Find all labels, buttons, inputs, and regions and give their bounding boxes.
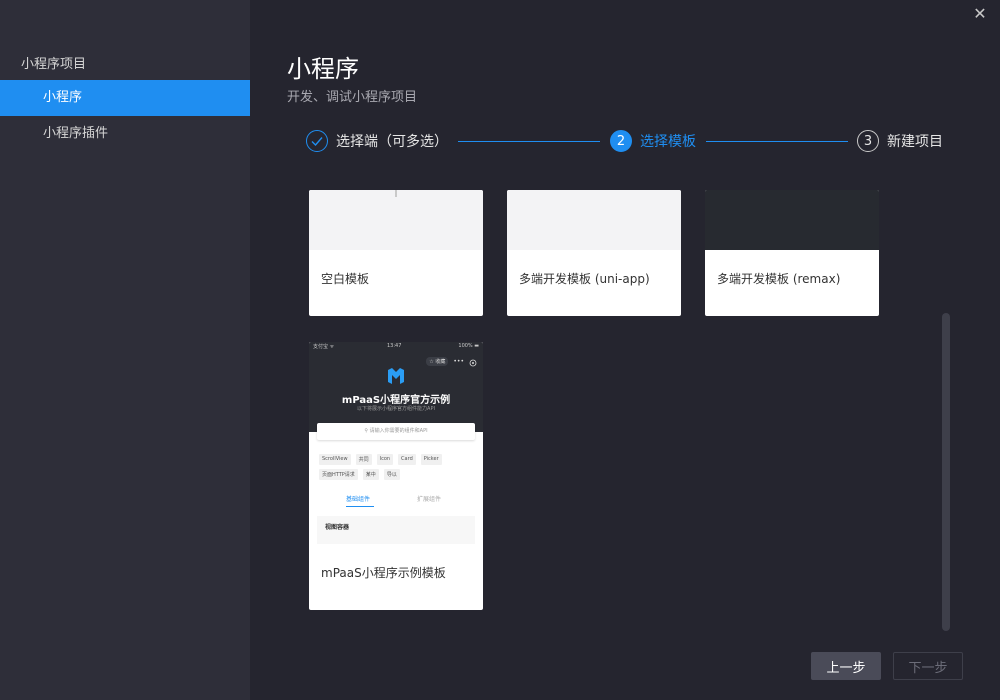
template-card-blank[interactable]: 空白模板: [309, 190, 483, 316]
template-label: 多端开发模板 (uni-app): [519, 272, 650, 286]
main-panel: ✕ 小程序 开发、调试小程序项目 选择端（可多选） 2 选择模板 3 新建项目 …: [250, 0, 1000, 700]
template-card-uniapp[interactable]: 多端开发模板 (uni-app): [507, 190, 681, 316]
preview-tabs: 基础组件 扩展组件: [309, 494, 483, 508]
preview-status-left: 支付宝 ᯤ: [313, 344, 335, 350]
sidebar: 小程序项目 小程序 小程序插件: [0, 0, 250, 700]
page-subtitle: 开发、调试小程序项目: [287, 90, 418, 105]
template-thumbnail: [507, 190, 681, 250]
sidebar-group-title: 小程序项目: [21, 57, 87, 72]
preview-title: mPaaS小程序官方示例: [341, 395, 451, 406]
step-connector: [706, 141, 848, 142]
next-step-button[interactable]: 下一步: [893, 652, 963, 680]
template-label: 空白模板: [321, 272, 370, 286]
step-select-platform: 选择端（可多选）: [306, 128, 448, 154]
template-thumbnail: 支付宝 ᯤ 13:47 100% ▬ ☆ 收藏 ••• mPaaS小程序官方示例…: [309, 342, 483, 544]
preview-search: ⚲ 请输入你需要的组件和API: [317, 423, 475, 440]
step-connector: [458, 141, 600, 142]
preview-header: 支付宝 ᯤ 13:47 100% ▬ ☆ 收藏 ••• mPaaS小程序官方示例…: [309, 342, 483, 432]
template-label: mPaaS小程序示例模板: [321, 566, 446, 580]
step-label: 新建项目: [887, 134, 943, 150]
step-number: 3: [857, 130, 879, 152]
step-select-template: 2 选择模板: [610, 128, 696, 154]
template-thumbnail: [705, 190, 879, 250]
stepper: 选择端（可多选） 2 选择模板 3 新建项目: [306, 128, 946, 154]
mpaas-logo-icon: [386, 368, 406, 384]
preview-tag: 某中: [362, 469, 379, 480]
preview-section: 视图容器: [317, 516, 475, 544]
page-title: 小程序: [287, 55, 359, 83]
preview-tags: ScrollView 共同 Icon Card Picker 页面HTTP请求 …: [319, 454, 477, 480]
preview-tag: Card: [398, 454, 416, 465]
preview-tag: 导以: [383, 469, 400, 480]
preview-toolbar: ☆ 收藏 •••: [426, 352, 477, 371]
sidebar-item-miniprogram-plugin[interactable]: 小程序插件: [0, 116, 250, 152]
preview-tag: 页面HTTP请求: [319, 469, 358, 480]
preview-subtitle: 以下将展示小程序官方组件能力API: [357, 406, 435, 412]
more-icon: •••: [453, 358, 464, 365]
check-icon: [306, 130, 328, 152]
step-label: 选择端（可多选）: [336, 134, 448, 150]
favorite-pill: ☆ 收藏: [426, 357, 449, 366]
preview-tag: Picker: [420, 454, 442, 465]
preview-tag: ScrollView: [319, 454, 351, 465]
template-card-mpaas[interactable]: 支付宝 ᯤ 13:47 100% ▬ ☆ 收藏 ••• mPaaS小程序官方示例…: [309, 342, 483, 610]
preview-tab-basic: 基础组件: [346, 496, 371, 503]
preview-status-right: 100% ▬: [458, 343, 479, 349]
step-new-project: 3 新建项目: [857, 128, 943, 154]
target-icon: [469, 352, 477, 371]
step-number: 2: [610, 130, 632, 152]
preview-tab-ext: 扩展组件: [417, 496, 442, 503]
template-label: 多端开发模板 (remax): [717, 272, 841, 286]
step-label: 选择模板: [640, 134, 696, 150]
sidebar-item-miniprogram[interactable]: 小程序: [0, 80, 250, 116]
preview-tag: 共同: [355, 454, 372, 465]
prev-step-button[interactable]: 上一步: [811, 652, 881, 680]
template-thumbnail: [309, 190, 483, 250]
preview-tag: Icon: [376, 454, 394, 465]
preview-status-time: 13:47: [387, 343, 402, 349]
close-icon[interactable]: ✕: [972, 6, 988, 22]
template-card-remax[interactable]: 多端开发模板 (remax): [705, 190, 879, 316]
scrollbar[interactable]: [942, 313, 950, 631]
